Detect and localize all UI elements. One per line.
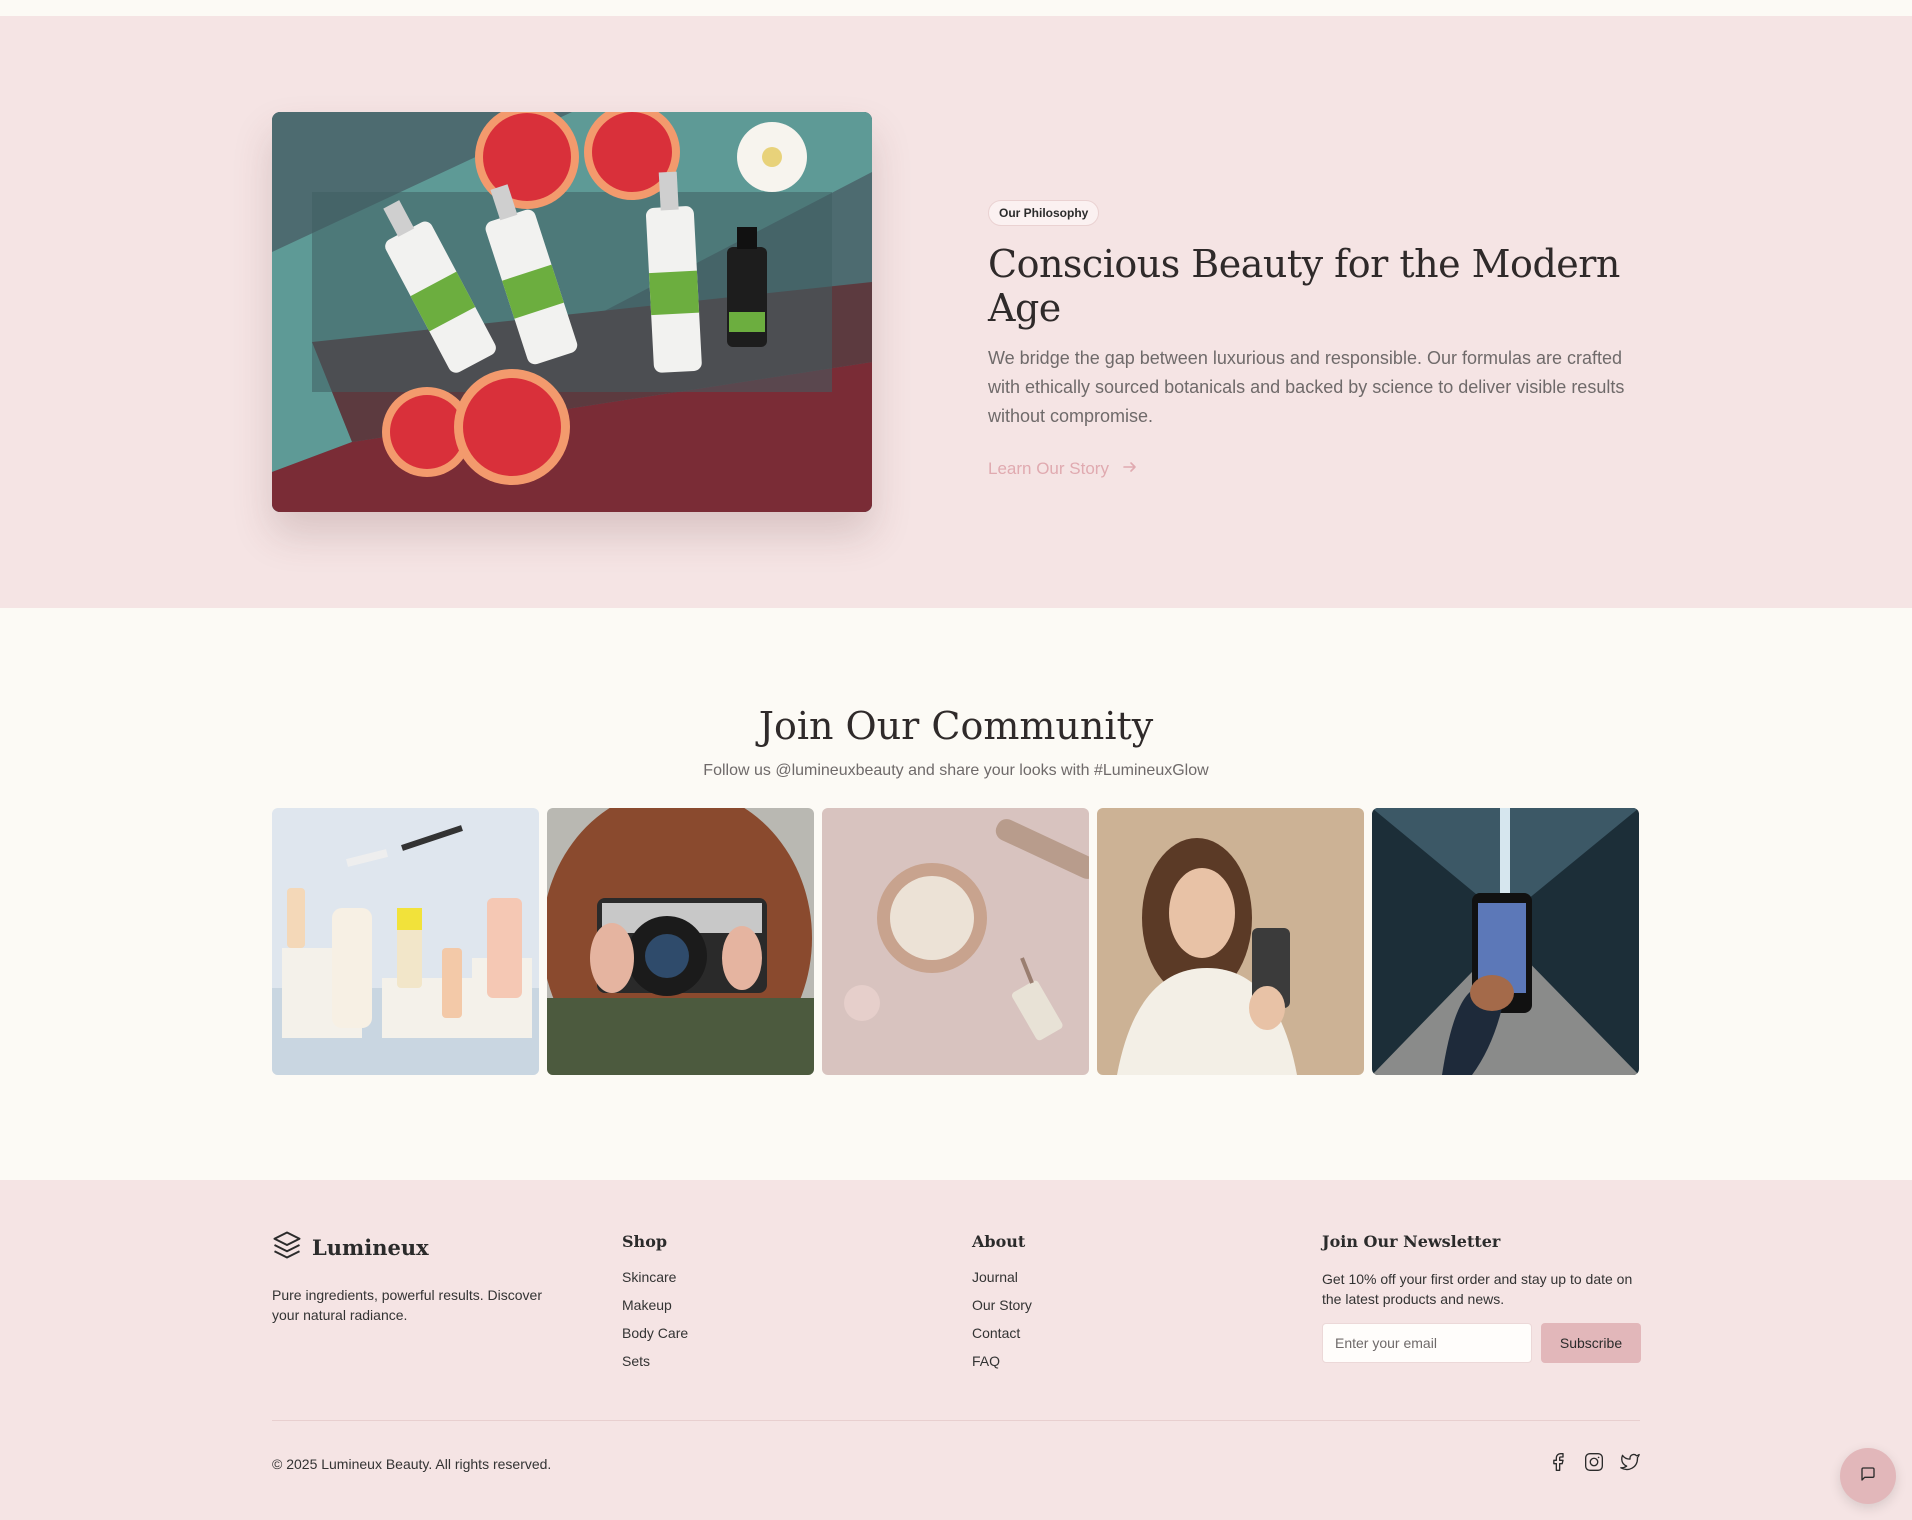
about-links: Journal Our Story Contact FAQ <box>972 1269 1032 1381</box>
top-strip <box>0 0 1912 16</box>
community-section: Join Our Community Follow us @lumineuxbe… <box>0 608 1912 1180</box>
footer-shop-column: Shop Skincare Makeup Body Care Sets <box>622 1230 688 1381</box>
learn-our-story-link[interactable]: Learn Our Story <box>988 459 1137 479</box>
social-links <box>1548 1452 1640 1472</box>
community-subtitle: Follow us @lumineuxbeauty and share your… <box>703 762 1209 779</box>
copyright-text: © 2025 Lumineux Beauty. All rights reser… <box>272 1456 552 1472</box>
gallery-tile-camera-portrait[interactable] <box>547 808 814 1075</box>
footer-link-contact[interactable]: Contact <box>972 1325 1020 1341</box>
newsletter-description: Get 10% off your first order and stay up… <box>1322 1271 1633 1307</box>
layers-icon <box>272 1230 302 1265</box>
community-title: Join Our Community <box>758 704 1154 748</box>
site-footer: Lumineux Pure ingredients, powerful resu… <box>0 1180 1912 1520</box>
shop-heading: Shop <box>622 1232 668 1251</box>
philosophy-title: Conscious Beauty for the Modern Age <box>988 242 1620 330</box>
community-gallery <box>272 808 1639 1075</box>
philosophy-body: We bridge the gap between luxurious and … <box>988 348 1625 426</box>
subscribe-button[interactable]: Subscribe <box>1541 1323 1641 1363</box>
footer-brand[interactable]: Lumineux <box>272 1230 572 1265</box>
footer-link-sets[interactable]: Sets <box>622 1353 650 1369</box>
newsletter-form: Subscribe <box>1322 1323 1642 1363</box>
twitter-icon[interactable] <box>1620 1452 1640 1472</box>
philosophy-product-image <box>272 112 872 512</box>
philosophy-badge: Our Philosophy <box>988 200 1100 226</box>
footer-brand-column: Lumineux Pure ingredients, powerful resu… <box>272 1230 572 1325</box>
footer-link-skincare[interactable]: Skincare <box>622 1269 676 1285</box>
arrow-right-icon <box>1123 460 1137 479</box>
footer-link-journal[interactable]: Journal <box>972 1269 1018 1285</box>
footer-link-body-care[interactable]: Body Care <box>622 1325 688 1341</box>
chat-bubble-icon <box>1860 1466 1876 1487</box>
footer-divider <box>272 1420 1640 1421</box>
footer-link-faq[interactable]: FAQ <box>972 1353 1000 1369</box>
gallery-tile-skincare-products[interactable] <box>272 808 539 1075</box>
philosophy-text: Our Philosophy Conscious Beauty for the … <box>988 200 1648 479</box>
footer-link-our-story[interactable]: Our Story <box>972 1297 1032 1313</box>
instagram-icon[interactable] <box>1584 1452 1604 1472</box>
newsletter-email-input[interactable] <box>1322 1323 1532 1363</box>
newsletter-heading: Join Our Newsletter <box>1322 1232 1501 1251</box>
gallery-tile-phone-tunnel[interactable] <box>1372 808 1639 1075</box>
footer-about-column: About Journal Our Story Contact FAQ <box>972 1230 1032 1381</box>
shop-links: Skincare Makeup Body Care Sets <box>622 1269 688 1381</box>
facebook-icon[interactable] <box>1548 1452 1568 1472</box>
gallery-tile-selfie-woman[interactable] <box>1097 808 1364 1075</box>
learn-our-story-label: Learn Our Story <box>988 459 1109 478</box>
gallery-tile-makeup-compact[interactable] <box>822 808 1089 1075</box>
footer-link-makeup[interactable]: Makeup <box>622 1297 672 1313</box>
chat-button[interactable] <box>1840 1448 1896 1504</box>
philosophy-section: Our Philosophy Conscious Beauty for the … <box>0 16 1912 608</box>
about-heading: About <box>972 1232 1026 1251</box>
brand-description: Pure ingredients, powerful results. Disc… <box>272 1287 543 1323</box>
brand-name: Lumineux <box>312 1235 429 1260</box>
footer-newsletter-column: Join Our Newsletter Get 10% off your fir… <box>1322 1230 1642 1363</box>
